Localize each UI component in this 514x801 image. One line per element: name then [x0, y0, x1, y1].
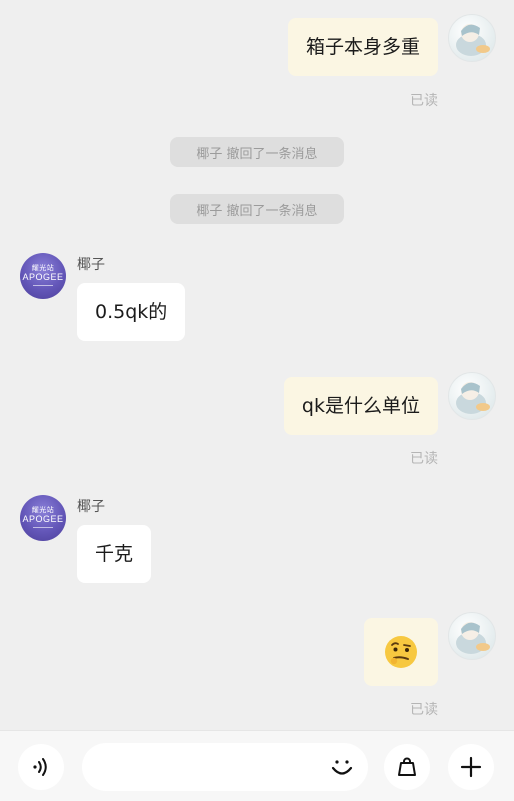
message-text: 0.5qk的 [95, 301, 168, 323]
avatar-illustration [456, 24, 490, 56]
my-avatar[interactable] [448, 372, 496, 420]
message-bubble[interactable]: 0.5qk的 [77, 283, 186, 341]
emoji-bubble[interactable] [364, 618, 438, 686]
contact-avatar[interactable]: 耀光站 APOGEE [20, 495, 66, 541]
sender-name: 椰子 [77, 499, 105, 515]
plus-icon [460, 756, 482, 778]
avatar-label-main: APOGEE [22, 272, 64, 282]
read-status: 已读 [410, 451, 438, 467]
emoji-button[interactable] [322, 753, 362, 783]
message-text: qk是什么单位 [301, 395, 420, 417]
message-text: 千克 [95, 543, 134, 565]
my-avatar[interactable] [448, 612, 496, 660]
contact-avatar[interactable]: 耀光站 APOGEE [20, 253, 66, 299]
recall-notice: 椰子 撤回了一条消息 [170, 194, 344, 224]
message-bubble[interactable]: 箱子本身多重 [287, 18, 438, 76]
avatar-illustration [456, 382, 490, 414]
avatar-illustration [456, 622, 490, 654]
voice-button[interactable] [18, 744, 64, 790]
thinking-face-icon [385, 636, 417, 668]
read-status: 已读 [410, 93, 438, 109]
my-avatar[interactable] [448, 14, 496, 62]
more-button[interactable] [448, 744, 494, 790]
shopping-bag-icon [398, 757, 416, 776]
sender-name: 椰子 [77, 257, 105, 273]
message-bubble[interactable]: qk是什么单位 [283, 377, 438, 435]
message-bubble[interactable]: 千克 [77, 525, 152, 583]
avatar-label-main: APOGEE [22, 514, 64, 524]
voice-wave-icon [33, 758, 47, 776]
smile-icon [331, 760, 353, 775]
message-text: 箱子本身多重 [305, 36, 420, 58]
avatar-divider [33, 285, 53, 286]
input-bar [0, 730, 514, 801]
read-status: 已读 [410, 702, 438, 718]
shop-button[interactable] [384, 744, 430, 790]
recall-notice: 椰子 撤回了一条消息 [170, 137, 344, 167]
avatar-divider [33, 527, 53, 528]
chat-area: 箱子本身多重 已读 椰子 撤回了一条消息 椰子 撤回了一条消息 耀光站 APOG… [0, 0, 514, 730]
